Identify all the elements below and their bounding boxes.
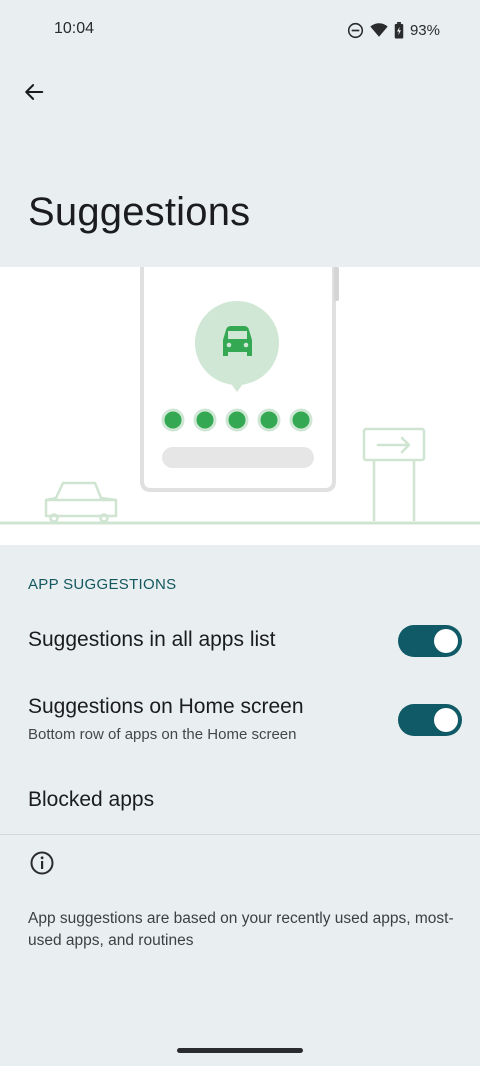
setting-suggestions-all-apps[interactable]: Suggestions in all apps list	[0, 617, 480, 667]
setting-blocked-apps[interactable]: Blocked apps	[0, 775, 480, 827]
page-title: Suggestions	[28, 190, 251, 234]
gesture-nav-handle[interactable]	[177, 1048, 303, 1053]
toggle-suggestions-all-apps[interactable]	[398, 625, 462, 657]
status-icons: 93%	[347, 20, 440, 40]
toggle-thumb	[434, 629, 458, 653]
setting-summary: Bottom row of apps on the Home screen	[28, 726, 297, 743]
search-bar-illustration	[162, 447, 314, 468]
section-header-app-suggestions: APP SUGGESTIONS	[28, 576, 177, 593]
info-icon	[30, 851, 54, 875]
footer-description: App suggestions are based on your recent…	[28, 910, 454, 949]
settings-list: APP SUGGESTIONS Suggestions in all apps …	[0, 545, 480, 1066]
toggle-thumb	[434, 708, 458, 732]
setting-title: Blocked apps	[28, 788, 155, 811]
setting-title: Suggestions in all apps list	[28, 628, 276, 651]
sign-illustration	[362, 427, 426, 521]
divider	[0, 834, 480, 835]
setting-suggestions-home-screen[interactable]: Suggestions on Home screen Bottom row of…	[0, 685, 480, 753]
battery-percent: 93%	[409, 21, 440, 39]
wifi-icon	[370, 23, 388, 37]
hero-illustration	[0, 267, 480, 545]
car-illustration	[44, 481, 118, 523]
dnd-icon	[347, 22, 364, 38]
setting-title: Suggestions on Home screen	[28, 695, 304, 718]
car-icon	[223, 326, 252, 356]
arrow-back-icon	[25, 84, 44, 100]
back-button[interactable]	[14, 72, 54, 112]
battery-icon	[394, 21, 404, 39]
toggle-suggestions-home-screen[interactable]	[398, 704, 462, 736]
status-time: 10:04	[54, 20, 95, 37]
status-bar: 10:04 93%	[0, 0, 480, 60]
